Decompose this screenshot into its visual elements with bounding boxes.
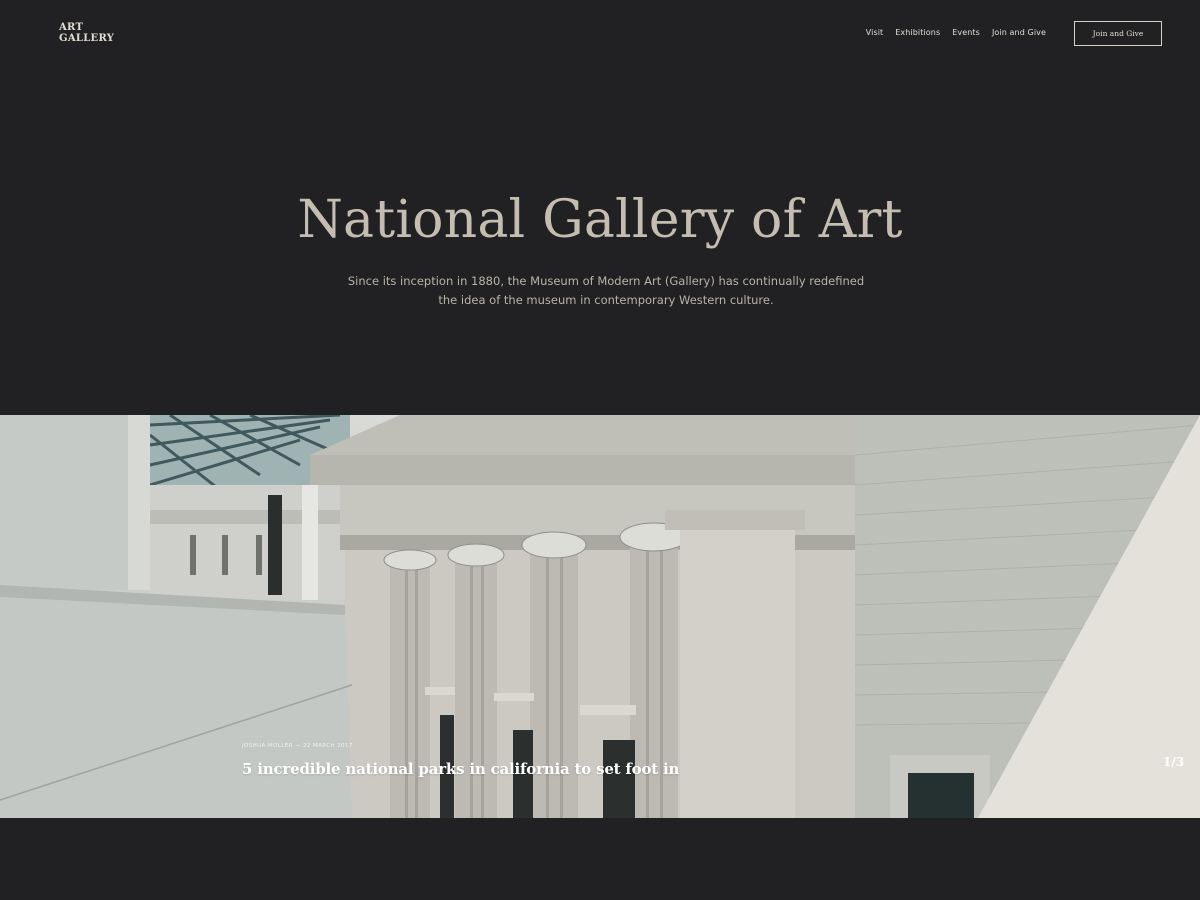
main-nav: Visit Exhibitions Events Join and Give [866,28,1046,38]
nav-link-visit[interactable]: Visit [866,28,884,38]
nav-link-exhibitions[interactable]: Exhibitions [895,28,940,38]
slide-counter: 1/3 [1163,755,1185,769]
hero-title: National Gallery of Art [297,190,903,250]
hero-slide-image[interactable] [0,415,1200,818]
slide-meta: JOSHUA MOLLER — 22 MARCH 2017 [242,743,353,749]
slide-title[interactable]: 5 incredible national parks in californi… [242,760,679,778]
nav-link-events[interactable]: Events [952,28,980,38]
logo-line-2: GALLERY [59,33,115,44]
nav-link-join-and-give[interactable]: Join and Give [992,28,1046,38]
site-logo[interactable]: ART GALLERY [59,22,114,44]
logo-line-1: ART [59,22,84,33]
page: ART GALLERY Visit Exhibitions Events Joi… [0,0,1200,900]
hero-subtitle: Since its inception in 1880, the Museum … [347,274,865,307]
museum-architecture-illustration [0,415,1200,818]
join-and-give-button[interactable]: Join and Give [1074,21,1162,46]
